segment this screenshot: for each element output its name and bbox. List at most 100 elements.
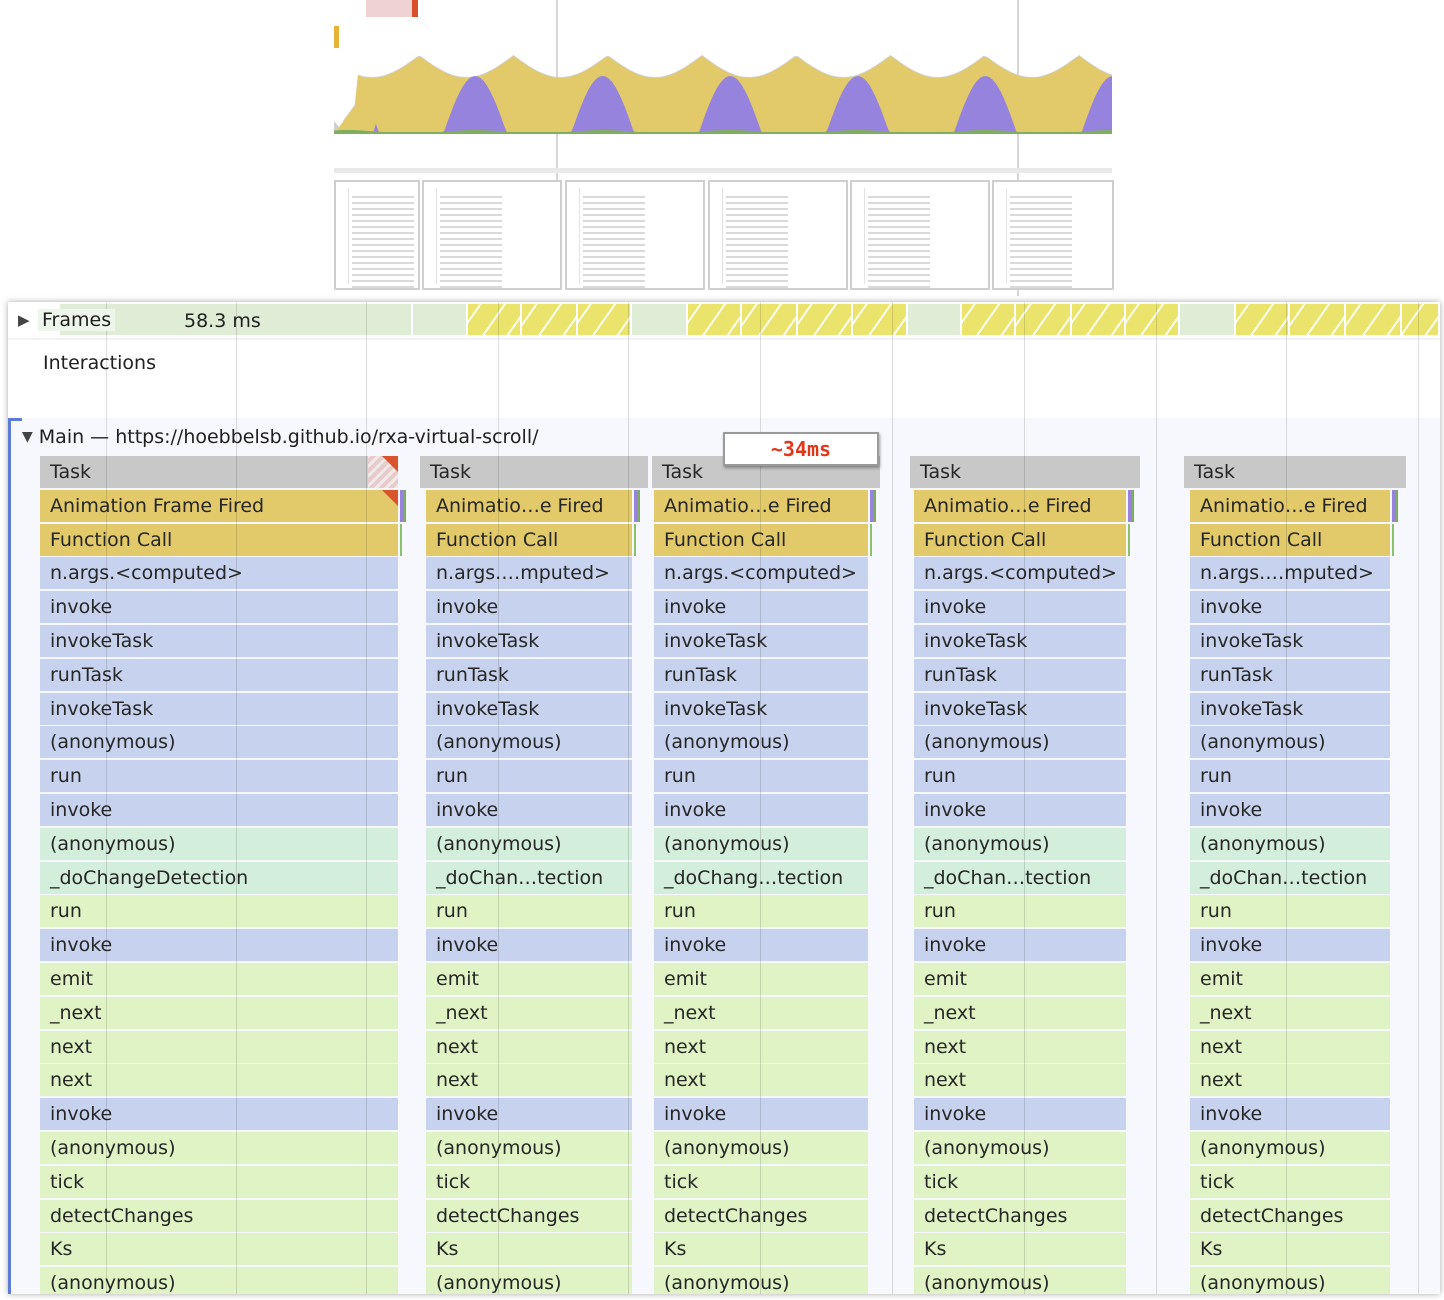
frame-partially-presented[interactable] (1290, 304, 1346, 335)
flame-entry[interactable]: invoke (654, 929, 868, 962)
flame-entry[interactable]: next (426, 1064, 632, 1097)
flame-entry[interactable]: Ks (914, 1233, 1126, 1266)
task-bar[interactable]: Task (910, 456, 1140, 488)
flame-entry[interactable]: _doChang…tection (654, 861, 868, 894)
flame-entry[interactable]: invoke (654, 591, 868, 624)
flame-entry[interactable]: runTask (654, 658, 868, 691)
frames-track[interactable]: ▶ Frames 58.3 ms (8, 302, 1440, 336)
frame-partially-presented[interactable] (1016, 304, 1072, 335)
flame-entry[interactable]: Function Call (426, 523, 632, 556)
flame-entry[interactable]: run (426, 760, 632, 793)
flame-entry[interactable]: (anonymous) (40, 726, 398, 759)
flame-entry[interactable]: _next (914, 996, 1126, 1029)
flame-entry[interactable]: emit (654, 963, 868, 995)
short-event-sliver[interactable] (1128, 523, 1130, 556)
flame-entry[interactable]: (anonymous) (654, 827, 868, 860)
flame-entry[interactable]: next (1190, 1064, 1390, 1097)
flame-entry[interactable]: invokeTask (40, 625, 398, 657)
flame-entry[interactable]: invoke (426, 591, 632, 624)
flame-entry[interactable]: (anonymous) (426, 726, 632, 759)
short-event-sliver[interactable] (1392, 489, 1398, 522)
flame-entry[interactable]: invokeTask (426, 625, 632, 657)
flame-entry[interactable]: invokeTask (654, 625, 868, 657)
short-event-sliver[interactable] (1128, 489, 1134, 522)
flame-entry[interactable]: Animatio…e Fired (914, 489, 1126, 522)
flame-entry[interactable]: (anonymous) (1190, 827, 1390, 860)
flame-entry[interactable]: Animation Frame Fired (40, 489, 398, 522)
flame-entry[interactable]: (anonymous) (1190, 1267, 1390, 1294)
flame-entry[interactable]: tick (1190, 1165, 1390, 1198)
screenshot-thumbnail[interactable] (992, 180, 1114, 290)
frame-partially-presented[interactable] (468, 304, 522, 335)
flame-entry[interactable]: detectChanges (914, 1199, 1126, 1232)
flame-entry[interactable]: invoke (914, 929, 1126, 962)
flame-entry[interactable]: (anonymous) (914, 827, 1126, 860)
frame-partially-presented[interactable] (1402, 304, 1440, 335)
flame-entry[interactable]: run (654, 760, 868, 793)
flame-entry[interactable]: invokeTask (654, 692, 868, 725)
flame-entry[interactable]: (anonymous) (1190, 726, 1390, 759)
flame-entry[interactable]: n.args.<computed> (40, 557, 398, 590)
flame-entry[interactable]: runTask (426, 658, 632, 691)
flame-entry[interactable]: next (654, 1030, 868, 1063)
flame-entry[interactable]: invoke (1190, 929, 1390, 962)
flame-entry[interactable]: n.args.…mputed> (426, 557, 632, 590)
flame-entry[interactable]: (anonymous) (654, 1267, 868, 1294)
flame-entry[interactable]: (anonymous) (426, 1267, 632, 1294)
interactions-track[interactable]: Interactions (8, 338, 1440, 420)
flame-entry[interactable]: invoke (914, 1098, 1126, 1131)
flame-entry[interactable]: n.args.<computed> (654, 557, 868, 590)
flame-entry[interactable]: (anonymous) (654, 726, 868, 759)
main-thread-track[interactable]: ▼ Main — https://hoebbelsb.github.io/rxa… (8, 418, 1440, 1294)
frame-partially-presented[interactable] (962, 304, 1016, 335)
frame-partially-presented[interactable] (1346, 304, 1402, 335)
flame-entry[interactable]: Ks (40, 1233, 398, 1266)
frame-idle[interactable] (632, 304, 688, 335)
flame-entry[interactable]: invoke (914, 591, 1126, 624)
flame-entry[interactable]: run (914, 760, 1126, 793)
flame-entry[interactable]: Function Call (654, 523, 868, 556)
flame-entry[interactable]: (anonymous) (426, 1132, 632, 1164)
collapse-triangle-icon[interactable]: ▼ (22, 429, 33, 445)
flame-entry[interactable]: _next (654, 996, 868, 1029)
task-bar[interactable]: Task (420, 456, 648, 488)
flame-entry[interactable]: invokeTask (914, 625, 1126, 657)
flame-entry[interactable]: _next (426, 996, 632, 1029)
timeline-overview[interactable] (334, 0, 1114, 296)
flame-entry[interactable]: tick (914, 1165, 1126, 1198)
flame-entry[interactable]: invokeTask (914, 692, 1126, 725)
flame-entry[interactable]: next (40, 1064, 398, 1097)
flame-entry[interactable]: n.args.<computed> (914, 557, 1126, 590)
flame-entry[interactable]: tick (426, 1165, 632, 1198)
flame-entry[interactable]: invoke (40, 1098, 398, 1131)
flame-entry[interactable]: next (914, 1030, 1126, 1063)
flame-entry[interactable]: (anonymous) (1190, 1132, 1390, 1164)
flame-entry[interactable]: Function Call (914, 523, 1126, 556)
frame-partially-presented[interactable] (522, 304, 578, 335)
flame-entry[interactable]: emit (1190, 963, 1390, 995)
frames-track-header[interactable]: ▶ Frames (18, 306, 116, 334)
flame-entry[interactable]: invoke (1190, 794, 1390, 826)
flame-entry[interactable]: invoke (914, 794, 1126, 826)
flame-entry[interactable]: Animatio…e Fired (654, 489, 868, 522)
flame-entry[interactable]: detectChanges (654, 1199, 868, 1232)
flame-entry[interactable]: invoke (40, 794, 398, 826)
flame-entry[interactable]: emit (426, 963, 632, 995)
frame-partially-presented[interactable] (742, 304, 798, 335)
screenshots-strip[interactable] (334, 180, 1114, 292)
task-bar[interactable]: Task (40, 456, 398, 488)
frame-partially-presented[interactable] (1072, 304, 1126, 335)
short-event-sliver[interactable] (400, 489, 406, 522)
flame-entry[interactable]: invoke (426, 929, 632, 962)
flame-entry[interactable]: invoke (654, 794, 868, 826)
flame-entry[interactable]: Function Call (40, 523, 398, 556)
short-event-sliver[interactable] (634, 523, 636, 556)
short-event-sliver[interactable] (1392, 523, 1394, 556)
flame-entry[interactable]: Ks (654, 1233, 868, 1266)
flame-entry[interactable]: runTask (1190, 658, 1390, 691)
short-event-sliver[interactable] (870, 523, 872, 556)
flame-entry[interactable]: invoke (40, 591, 398, 624)
flame-entry[interactable]: tick (654, 1165, 868, 1198)
flame-entry[interactable]: invoke (40, 929, 398, 962)
screenshot-thumbnail[interactable] (850, 180, 990, 290)
